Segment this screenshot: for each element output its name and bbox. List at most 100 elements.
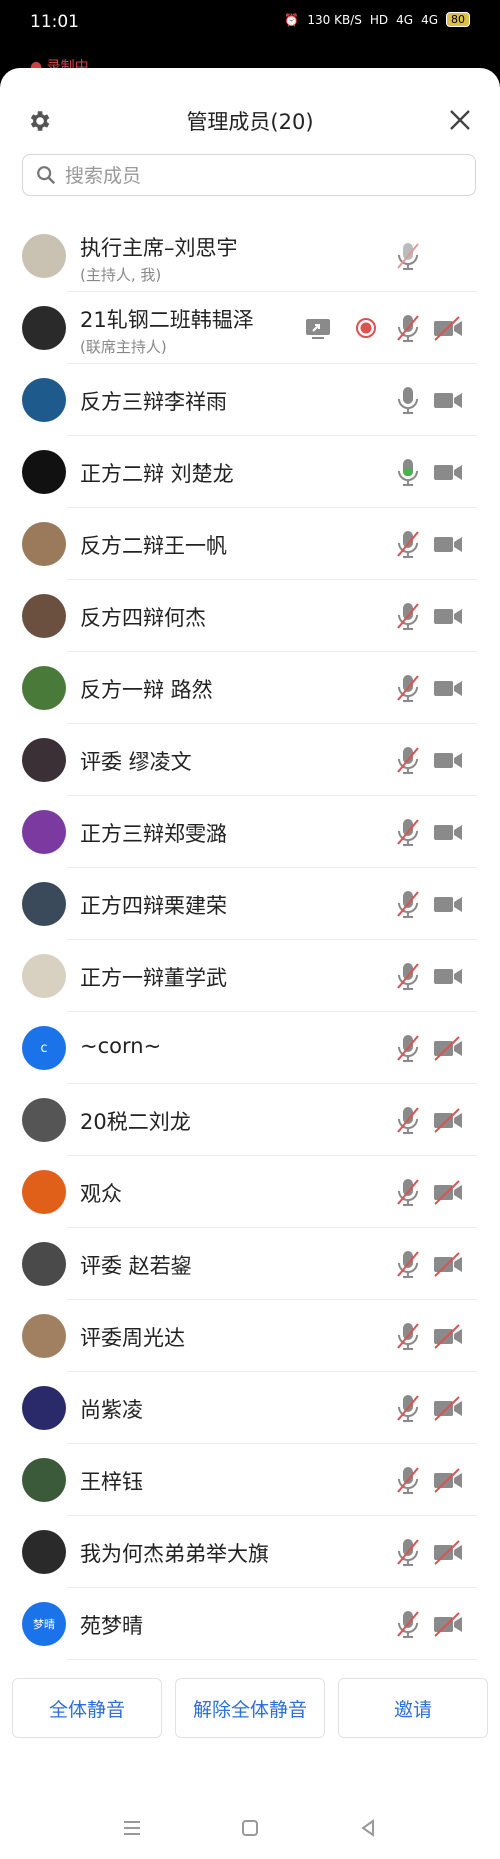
camera-icon[interactable] (432, 384, 464, 416)
back-icon[interactable] (356, 1816, 380, 1840)
avatar (22, 306, 66, 350)
avatar (22, 738, 66, 782)
camera-icon[interactable] (432, 816, 464, 848)
page-title: 管理成员(20) (186, 110, 314, 134)
member-row[interactable]: 执行主席–刘思宇 (主持人, 我) (0, 220, 500, 292)
member-row[interactable]: 反方二辩王一帆 (0, 508, 500, 580)
camera-off-icon[interactable] (432, 1608, 464, 1640)
member-row[interactable]: 正方三辩郑雯潞 (0, 796, 500, 868)
camera-off-icon[interactable] (432, 1032, 464, 1064)
mic-muted-icon[interactable] (392, 816, 424, 848)
mic-muted-icon[interactable] (392, 528, 424, 560)
home-icon[interactable] (238, 1816, 262, 1840)
mic-muted-icon[interactable] (392, 1536, 424, 1568)
camera-icon[interactable] (432, 672, 464, 704)
invite-button[interactable]: 邀请 (338, 1678, 488, 1738)
mic-muted-icon[interactable] (392, 888, 424, 920)
member-row[interactable]: 评委周光达 (0, 1300, 500, 1372)
search-input[interactable] (63, 161, 467, 191)
member-list: 执行主席–刘思宇 (主持人, 我) 21轧钢二班韩韫泽 (联席主持人) 反方三辩李祥雨正… (0, 220, 500, 1660)
mic-muted-icon[interactable] (392, 1320, 424, 1352)
screen-share-icon[interactable] (302, 312, 334, 344)
camera-off-icon[interactable] (432, 1176, 464, 1208)
camera-off-icon[interactable] (432, 312, 464, 344)
mic-muted-icon[interactable] (392, 600, 424, 632)
mic-muted-icon[interactable] (392, 960, 424, 992)
member-name: 尚紫凌 (80, 1398, 143, 1422)
mic-muted-icon[interactable] (392, 1608, 424, 1640)
camera-icon[interactable] (432, 744, 464, 776)
member-row[interactable]: 反方三辩李祥雨 (0, 364, 500, 436)
mic-muted-icon[interactable] (392, 1392, 424, 1424)
camera-off-icon[interactable] (432, 1248, 464, 1280)
mute-all-button[interactable]: 全体静音 (12, 1678, 162, 1738)
member-name: 反方四辩何杰 (80, 606, 206, 630)
camera-off-icon[interactable] (432, 1392, 464, 1424)
camera-icon[interactable] (432, 600, 464, 632)
member-management-sheet: 管理成员(20) 执行主席–刘思宇 (主持人, 我) 21轧钢二班韩韫泽 (联席主持人… (0, 68, 500, 1859)
avatar (22, 882, 66, 926)
member-name: 苑梦晴 (80, 1614, 143, 1638)
member-role: (联席主持人) (80, 338, 167, 356)
member-name: 21轧钢二班韩韫泽 (80, 308, 254, 332)
camera-icon[interactable] (432, 960, 464, 992)
member-row[interactable]: 反方四辩何杰 (0, 580, 500, 652)
mic-muted-icon[interactable] (392, 1176, 424, 1208)
search-icon (37, 166, 56, 185)
member-row[interactable]: 我为何杰弟弟举大旗 (0, 1516, 500, 1588)
member-row[interactable]: 评委 缪凌文 (0, 724, 500, 796)
member-name: 正方二辩 刘楚龙 (80, 462, 234, 486)
member-name: 正方三辩郑雯潞 (80, 822, 227, 846)
member-row[interactable]: 21轧钢二班韩韫泽 (联席主持人) (0, 292, 500, 364)
camera-icon[interactable] (432, 456, 464, 488)
avatar (22, 1170, 66, 1214)
member-name: 王梓钰 (80, 1470, 143, 1494)
member-row[interactable]: 梦晴 苑梦晴 (0, 1588, 500, 1660)
avatar (22, 522, 66, 566)
camera-off-icon[interactable] (432, 1104, 464, 1136)
menu-icon[interactable] (120, 1816, 144, 1840)
status-time: 11:01 (30, 12, 79, 32)
member-row[interactable]: 尚紫凌 (0, 1372, 500, 1444)
member-row[interactable]: 观众 (0, 1156, 500, 1228)
mic-muted-icon[interactable] (392, 1032, 424, 1064)
avatar (22, 954, 66, 998)
member-name: 反方一辩 路然 (80, 678, 213, 702)
close-icon[interactable] (448, 108, 472, 132)
camera-off-icon[interactable] (432, 1536, 464, 1568)
net-speed: 130 KB/S (307, 12, 362, 27)
row-divider (66, 1659, 478, 1660)
member-name: 正方一辩董学武 (80, 966, 227, 990)
alarm-icon: ⏰ (284, 12, 300, 27)
member-row[interactable]: 正方二辩 刘楚龙 (0, 436, 500, 508)
member-name: 评委 缪凌文 (80, 750, 192, 774)
member-row[interactable]: 正方四辩栗建荣 (0, 868, 500, 940)
footer-actions: 全体静音 解除全体静音 邀请 (0, 1678, 500, 1742)
member-row[interactable]: 反方一辩 路然 (0, 652, 500, 724)
avatar (22, 666, 66, 710)
mic-muted-icon[interactable] (392, 240, 424, 272)
sheet-header: 管理成员(20) (0, 68, 500, 134)
mic-muted-icon[interactable] (392, 672, 424, 704)
unmute-all-button[interactable]: 解除全体静音 (175, 1678, 325, 1738)
mic-icon[interactable] (392, 456, 424, 488)
avatar (22, 1098, 66, 1142)
camera-off-icon[interactable] (432, 1320, 464, 1352)
member-row[interactable]: c ~corn~ (0, 1012, 500, 1084)
camera-icon[interactable] (432, 888, 464, 920)
camera-off-icon[interactable] (432, 1464, 464, 1496)
mic-muted-icon[interactable] (392, 1248, 424, 1280)
member-name: 反方三辩李祥雨 (80, 390, 227, 414)
mic-muted-icon[interactable] (392, 744, 424, 776)
mic-muted-icon[interactable] (392, 1464, 424, 1496)
search-box[interactable] (22, 154, 476, 196)
member-row[interactable]: 评委 赵若鋆 (0, 1228, 500, 1300)
mic-muted-icon[interactable] (392, 1104, 424, 1136)
camera-icon[interactable] (432, 528, 464, 560)
mic-muted-icon[interactable] (392, 312, 424, 344)
member-name: ~corn~ (80, 1034, 162, 1058)
member-row[interactable]: 正方一辩董学武 (0, 940, 500, 1012)
member-row[interactable]: 20税二刘龙 (0, 1084, 500, 1156)
mic-icon[interactable] (392, 384, 424, 416)
member-row[interactable]: 王梓钰 (0, 1444, 500, 1516)
